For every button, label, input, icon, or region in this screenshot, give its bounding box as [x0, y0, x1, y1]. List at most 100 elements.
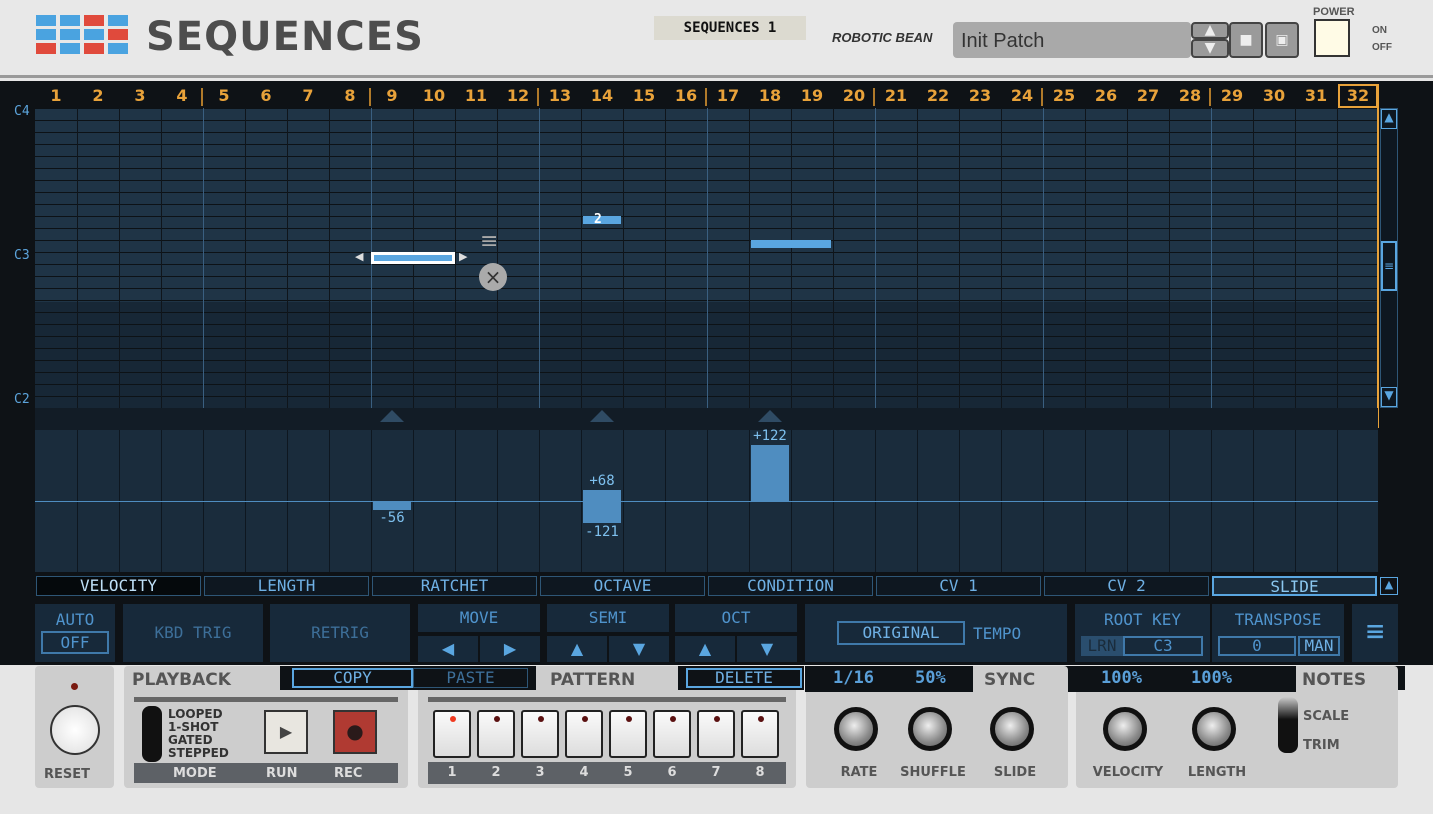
mode-option[interactable]: 1-SHOT [168, 720, 218, 734]
step-number[interactable]: 16 [665, 86, 707, 105]
pattern-button[interactable] [697, 710, 735, 758]
delete-note-icon[interactable]: × [479, 263, 507, 291]
step-number[interactable]: 27 [1127, 86, 1169, 105]
save-patch-button[interactable]: ▣ [1265, 22, 1299, 58]
step-number[interactable]: 13 [539, 86, 581, 105]
step-number[interactable]: 32 [1337, 86, 1379, 105]
knob[interactable] [1192, 707, 1236, 751]
step-number[interactable]: 23 [959, 86, 1001, 105]
lane-tab[interactable]: LENGTH [204, 576, 369, 596]
step-number[interactable]: 8 [329, 86, 371, 105]
step-number[interactable]: 15 [623, 86, 665, 105]
step-number[interactable]: 18 [749, 86, 791, 105]
patch-name-display[interactable]: Init Patch [953, 22, 1191, 58]
lane-tab[interactable]: CONDITION [708, 576, 873, 596]
semi-up-button[interactable]: ▲ [547, 636, 607, 662]
pattern-button[interactable] [741, 710, 779, 758]
scroll-up-icon[interactable]: ▲ [1381, 109, 1397, 129]
step-number[interactable]: 7 [287, 86, 329, 105]
pattern-button[interactable] [477, 710, 515, 758]
pattern-button[interactable] [565, 710, 603, 758]
lane-tab[interactable]: CV 2 [1044, 576, 1209, 596]
scale-trim-switch[interactable] [1278, 697, 1298, 753]
step-number[interactable]: 30 [1253, 86, 1295, 105]
patch-next-button[interactable]: ▼ [1191, 39, 1229, 58]
lane-tab[interactable]: CV 1 [876, 576, 1041, 596]
note[interactable] [583, 216, 621, 224]
resize-right-icon[interactable]: ▶ [459, 250, 467, 263]
lane-value-bar[interactable] [373, 501, 411, 510]
copy-button[interactable]: COPY [292, 668, 413, 688]
pattern-button[interactable] [609, 710, 647, 758]
lane-tab[interactable]: SLIDE [1212, 576, 1377, 596]
note[interactable] [751, 240, 831, 248]
step-number[interactable]: 12 [497, 86, 539, 105]
roll-scrollbar[interactable]: ▲ ≡ ▼ [1380, 108, 1398, 408]
step-number[interactable]: 29 [1211, 86, 1253, 105]
lane-tab[interactable]: VELOCITY [36, 576, 201, 596]
mode-option[interactable]: GATED [168, 733, 213, 747]
rec-button[interactable]: ● [333, 710, 377, 754]
step-number[interactable]: 20 [833, 86, 875, 105]
instance-name-label[interactable]: SEQUENCES 1 [654, 16, 806, 40]
step-number[interactable]: 24 [1001, 86, 1043, 105]
step-number[interactable]: 6 [245, 86, 287, 105]
step-number[interactable]: 5 [203, 86, 245, 105]
knob[interactable] [1103, 707, 1147, 751]
paste-button[interactable]: PASTE [413, 668, 528, 688]
step-number[interactable]: 21 [875, 86, 917, 105]
lane-expand-icon[interactable]: ▲ [1380, 577, 1398, 595]
step-number[interactable]: 26 [1085, 86, 1127, 105]
transpose-value[interactable]: 0 [1218, 636, 1296, 656]
step-number[interactable]: 17 [707, 86, 749, 105]
step-number[interactable]: 2 [77, 86, 119, 105]
knob[interactable] [990, 707, 1034, 751]
piano-roll[interactable] [35, 108, 1378, 408]
step-number[interactable]: 31 [1295, 86, 1337, 105]
step-number[interactable]: 10 [413, 86, 455, 105]
manual-button[interactable]: MAN [1298, 636, 1340, 656]
step-number[interactable]: 4 [161, 86, 203, 105]
mode-switch[interactable] [142, 706, 162, 762]
scroll-down-icon[interactable]: ▼ [1381, 387, 1397, 407]
retrig-button[interactable]: RETRIG [270, 604, 410, 662]
step-number[interactable]: 11 [455, 86, 497, 105]
knob[interactable] [834, 707, 878, 751]
kbd-trig-button[interactable]: KBD TRIG [123, 604, 263, 662]
run-button[interactable]: ▶ [264, 710, 308, 754]
patch-prev-button[interactable]: ▲ [1191, 22, 1229, 39]
mode-option[interactable]: STEPPED [168, 746, 229, 760]
step-number[interactable]: 1 [35, 86, 77, 105]
oct-up-button[interactable]: ▲ [675, 636, 735, 662]
lane-value-bar[interactable] [751, 445, 789, 501]
menu-button[interactable]: ≡ [1352, 604, 1398, 662]
step-number[interactable]: 3 [119, 86, 161, 105]
pattern-button[interactable] [433, 710, 471, 758]
lane-tab[interactable]: OCTAVE [540, 576, 705, 596]
pattern-button[interactable] [653, 710, 691, 758]
step-number[interactable]: 25 [1043, 86, 1085, 105]
browse-patch-button[interactable]: ■ [1229, 22, 1263, 58]
oct-down-button[interactable]: ▼ [737, 636, 797, 662]
reset-button[interactable] [50, 705, 100, 755]
mode-option[interactable]: LOOPED [168, 707, 223, 721]
pattern-button[interactable] [521, 710, 559, 758]
power-switch[interactable] [1314, 19, 1350, 57]
auto-toggle[interactable]: OFF [41, 631, 109, 654]
step-number[interactable]: 9 [371, 86, 413, 105]
resize-left-icon[interactable]: ◀ [355, 250, 363, 263]
step-number[interactable]: 14 [581, 86, 623, 105]
step-number[interactable]: 28 [1169, 86, 1211, 105]
move-right-button[interactable]: ▶ [480, 636, 540, 662]
scroll-thumb[interactable]: ≡ [1381, 241, 1397, 291]
move-left-button[interactable]: ◀ [418, 636, 478, 662]
step-number[interactable]: 19 [791, 86, 833, 105]
velocity-lane[interactable]: -56 +68 -121 +122 [35, 428, 1378, 572]
root-key-value[interactable]: C3 [1123, 636, 1203, 656]
note-menu-icon[interactable]: ≡ [480, 231, 498, 253]
lane-tab[interactable]: RATCHET [372, 576, 537, 596]
learn-button[interactable]: LRN [1081, 636, 1123, 656]
knob[interactable] [908, 707, 952, 751]
semi-down-button[interactable]: ▼ [609, 636, 669, 662]
original-tempo-toggle[interactable]: ORIGINAL [837, 621, 965, 645]
